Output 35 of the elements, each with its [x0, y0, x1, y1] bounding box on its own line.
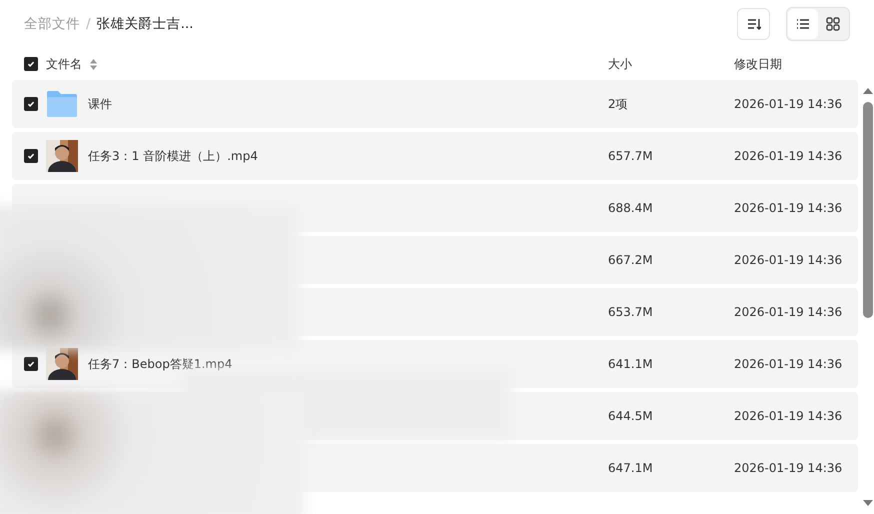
- file-name[interactable]: 任务3：1 音阶模进（上）.mp4: [88, 148, 258, 164]
- sort-icon[interactable]: [90, 58, 97, 70]
- file-name[interactable]: 任务7：Bebop答疑1.mp4: [88, 356, 232, 372]
- checkbox[interactable]: [24, 357, 38, 371]
- file-size: 641.1M: [608, 357, 654, 371]
- sort-icon: [746, 18, 760, 30]
- file-size: 653.7M: [608, 305, 654, 319]
- breadcrumb-separator: /: [86, 16, 91, 32]
- modified-date: 2026-01-19 14:36: [734, 201, 842, 215]
- checkbox[interactable]: [24, 97, 38, 111]
- list-view-button[interactable]: [788, 9, 818, 39]
- column-header[interactable]: 大小: [608, 56, 734, 72]
- checkbox[interactable]: [24, 57, 38, 71]
- file-size: 657.7M: [608, 149, 654, 163]
- column-header[interactable]: 修改日期: [734, 56, 782, 72]
- column-header[interactable]: 文件名: [46, 56, 82, 72]
- file-size: 644.5M: [608, 409, 654, 423]
- modified-date: 2026-01-19 14:36: [734, 409, 842, 423]
- breadcrumb-link[interactable]: 张雄关爵士吉...: [96, 15, 194, 33]
- file-size: 688.4M: [608, 201, 654, 215]
- list-icon: [796, 18, 810, 30]
- file-name[interactable]: 课件: [88, 96, 112, 112]
- file-size: 2项: [608, 96, 629, 112]
- modified-date: 2026-01-19 14:36: [734, 357, 842, 371]
- grid-icon: [826, 17, 840, 31]
- folder-icon: [46, 90, 78, 118]
- sort-button[interactable]: [737, 8, 770, 40]
- modified-date: 2026-01-19 14:36: [734, 305, 842, 319]
- file-size: 647.1M: [608, 461, 654, 475]
- modified-date: 2026-01-19 14:36: [734, 461, 842, 475]
- modified-date: 2026-01-19 14:36: [734, 97, 842, 111]
- checkbox[interactable]: [24, 149, 38, 163]
- modified-date: 2026-01-19 14:36: [734, 253, 842, 267]
- modified-date: 2026-01-19 14:36: [734, 149, 842, 163]
- file-size: 667.2M: [608, 253, 654, 267]
